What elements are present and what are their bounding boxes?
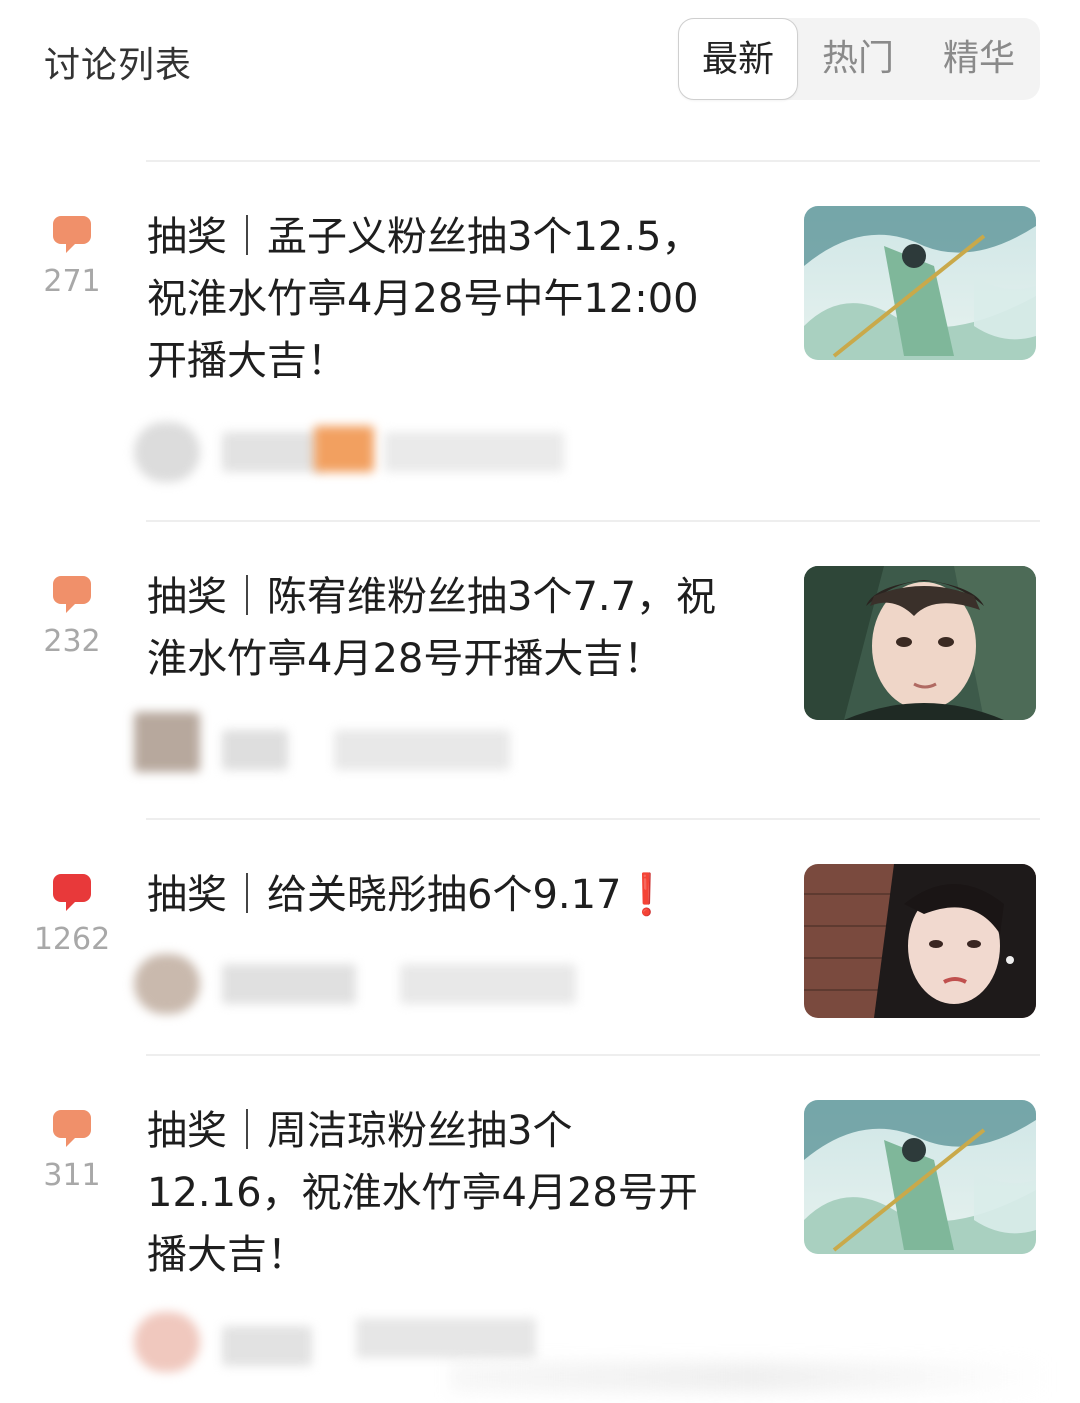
badge-blurred	[314, 426, 374, 472]
comment-bubble-icon	[53, 1110, 91, 1147]
timestamp-blurred	[356, 1318, 536, 1358]
post-thumbnail[interactable]	[804, 1100, 1036, 1254]
avatar[interactable]	[134, 954, 200, 1014]
divider	[146, 818, 1040, 820]
post-author-meta	[134, 422, 694, 482]
comment-count: 311	[43, 1158, 101, 1193]
post-thumbnail[interactable]	[804, 864, 1036, 1018]
avatar[interactable]	[134, 422, 200, 482]
divider	[146, 160, 1040, 162]
comment-bubble-icon	[53, 216, 91, 253]
username-blurred	[222, 730, 288, 770]
comment-count: 271	[43, 264, 101, 299]
comment-count: 1262	[33, 922, 111, 957]
post-title[interactable]: 抽奖｜孟子义粉丝抽3个12.5， 祝淮水竹亭4月28号中午12:00 开播大吉！	[147, 206, 767, 392]
comment-count: 232	[43, 624, 101, 659]
post-item[interactable]: 232 抽奖｜陈宥维粉丝抽3个7.7，祝 淮水竹亭4月28号开播大吉！	[0, 560, 1080, 818]
post-thumbnail[interactable]	[804, 566, 1036, 720]
post-title[interactable]: 抽奖｜陈宥维粉丝抽3个7.7，祝 淮水竹亭4月28号开播大吉！	[147, 566, 787, 690]
post-item[interactable]: 271 抽奖｜孟子义粉丝抽3个12.5， 祝淮水竹亭4月28号中午12:00 开…	[0, 200, 1080, 520]
timestamp-blurred	[400, 964, 576, 1004]
username-blurred	[222, 1326, 312, 1366]
avatar[interactable]	[134, 712, 200, 772]
timestamp-blurred	[384, 432, 564, 472]
tab-featured[interactable]: 精华	[918, 18, 1040, 100]
post-item[interactable]: 1262 抽奖｜给关晓彤抽6个9.17❗	[0, 858, 1080, 1054]
watermark-blurred	[450, 1362, 1050, 1392]
sort-tabs: 最新 热门 精华	[678, 18, 1040, 100]
post-author-meta	[134, 954, 694, 1014]
comment-bubble-hot-icon	[53, 874, 91, 911]
divider	[146, 1054, 1040, 1056]
post-thumbnail[interactable]	[804, 206, 1036, 360]
post-title[interactable]: 抽奖｜周洁琼粉丝抽3个 12.16，祝淮水竹亭4月28号开 播大吉！	[147, 1100, 767, 1286]
discussion-header: 讨论列表 最新 热门 精华	[0, 0, 1080, 160]
post-author-meta	[134, 712, 694, 772]
divider	[146, 520, 1040, 522]
post-item[interactable]: 311 抽奖｜周洁琼粉丝抽3个 12.16，祝淮水竹亭4月28号开 播大吉！	[0, 1094, 1080, 1394]
tab-hot[interactable]: 热门	[798, 18, 918, 100]
username-blurred	[222, 964, 356, 1004]
post-title[interactable]: 抽奖｜给关晓彤抽6个9.17❗	[147, 864, 767, 926]
timestamp-blurred	[334, 730, 510, 770]
username-blurred	[222, 432, 322, 472]
avatar[interactable]	[134, 1312, 200, 1372]
comment-bubble-icon	[53, 576, 91, 613]
tab-latest[interactable]: 最新	[678, 18, 798, 100]
page-title: 讨论列表	[44, 45, 193, 86]
